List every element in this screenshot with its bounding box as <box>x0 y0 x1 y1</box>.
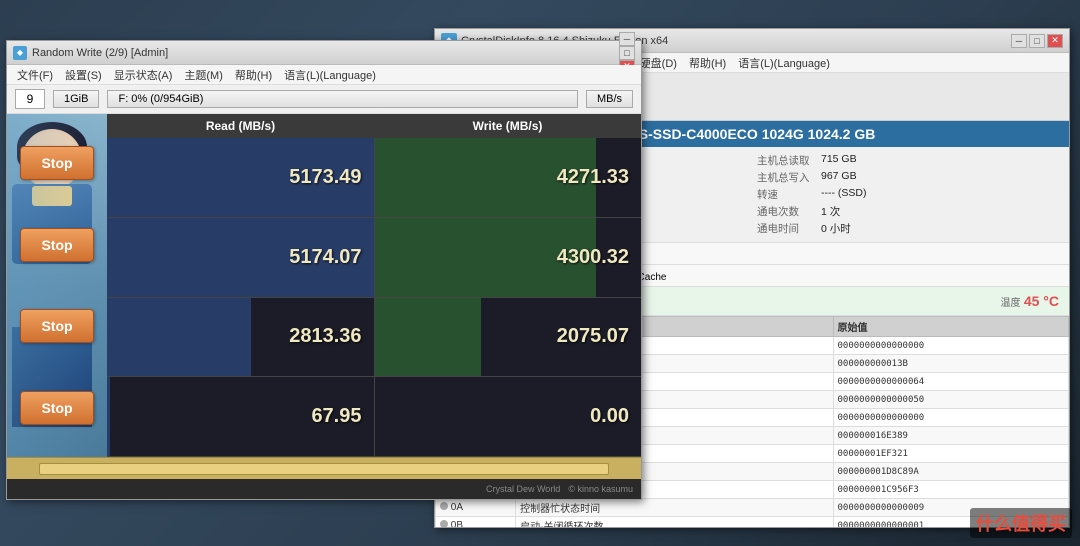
result-read-3: 67.95 <box>107 377 375 456</box>
smart-attr-value-6: 00000001EF321 <box>833 445 1069 463</box>
info-rotation-value: ---- (SSD) <box>821 187 867 202</box>
result-write-3: 0.00 <box>375 377 642 456</box>
info-rotation: 转速 ---- (SSD) <box>757 187 1059 202</box>
smart-attr-value-4: 0000000000000000 <box>833 409 1069 427</box>
smart-attr-name-9: 控制器忙状态时间 <box>516 499 833 517</box>
smart-header-value: 原始值 <box>833 317 1069 337</box>
smart-dot-10 <box>440 520 448 527</box>
cdm-table-area: Stop Stop Stop Stop Read (MB/s) Write (M… <box>7 114 641 457</box>
write-val-2: 2075.07 <box>557 325 629 348</box>
result-write-2: 2075.07 <box>375 298 642 377</box>
smart-attr-value-2: 0000000000000064 <box>833 373 1069 391</box>
cdm-unit: MB/s <box>586 90 633 108</box>
cdm-window: ◆ Random Write (2/9) [Admin] ─ □ ✕ 文件(F)… <box>6 40 642 500</box>
result-write-1: 4300.32 <box>375 218 642 297</box>
cdi-menu-lang[interactable]: 语言(L)(Language) <box>732 55 836 71</box>
cdm-footer: Crystal Dew World © kinno kasumu <box>7 479 641 499</box>
smart-dot-9 <box>440 502 448 510</box>
cdm-brand: Crystal Dew World <box>486 484 560 494</box>
read-val-0: 5173.49 <box>289 166 361 189</box>
read-val-2: 2813.36 <box>289 325 361 348</box>
cdi-minimize-btn[interactable]: ─ <box>1011 34 1027 48</box>
stop-btn-2[interactable]: Stop <box>20 309 94 343</box>
info-power-count-label: 通电次数 <box>757 204 817 219</box>
watermark: 什么值得买 <box>970 508 1072 538</box>
cdm-drive-select[interactable]: F: 0% (0/954GiB) <box>107 90 577 108</box>
cdm-menu-lang[interactable]: 语言(L)(Language) <box>278 67 382 83</box>
health-temp: 温度 45 °C <box>1000 293 1059 309</box>
read-bar-2 <box>107 298 251 377</box>
info-total-reads-label: 主机总读取 <box>757 153 817 168</box>
cdi-maximize-btn[interactable]: □ <box>1029 34 1045 48</box>
cdm-size-btn[interactable]: 1GiB <box>53 90 99 108</box>
smart-row-id-10: 0B <box>436 517 516 528</box>
cdm-menu-file[interactable]: 文件(F) <box>11 67 59 83</box>
cdm-icon: ◆ <box>13 46 27 60</box>
cdi-win-buttons: ─ □ ✕ <box>1011 34 1063 48</box>
result-row-0: 5173.49 4271.33 <box>107 138 641 218</box>
write-val-0: 4271.33 <box>557 166 629 189</box>
result-write-0: 4271.33 <box>375 138 642 217</box>
header-write: Write (MB/s) <box>374 114 641 138</box>
stop-btn-1[interactable]: Stop <box>20 228 94 262</box>
cdm-menu-display[interactable]: 显示状态(A) <box>108 67 179 83</box>
cdm-controls: 9 1GiB F: 0% (0/954GiB) MB/s <box>7 85 641 114</box>
stop-btn-0[interactable]: Stop <box>20 146 94 180</box>
cdm-left-panel: Stop Stop Stop Stop <box>7 114 107 457</box>
result-read-1: 5174.07 <box>107 218 375 297</box>
smart-attr-value-0: 0000000000000000 <box>833 337 1069 355</box>
cdm-progress-track <box>39 463 610 475</box>
read-val-3: 67.95 <box>311 405 361 428</box>
info-power-hours: 通电时间 0 小时 <box>757 221 1059 236</box>
cdm-count[interactable]: 9 <box>15 89 45 109</box>
read-val-1: 5174.07 <box>289 246 361 269</box>
cdm-menubar: 文件(F) 設置(S) 显示状态(A) 主题(M) 帮助(H) 语言(L)(La… <box>7 65 641 85</box>
cdm-menu-help[interactable]: 帮助(H) <box>229 67 278 83</box>
cdm-minimize-btn[interactable]: ─ <box>619 32 635 46</box>
result-read-0: 5173.49 <box>107 138 375 217</box>
smart-row-id-9: 0A <box>436 499 516 517</box>
cdi-menu-help[interactable]: 帮助(H) <box>683 55 732 71</box>
smart-attr-value-8: 000000001C956F3 <box>833 481 1069 499</box>
cdm-menu-theme[interactable]: 主题(M) <box>178 67 229 83</box>
info-power-count: 通电次数 1 次 <box>757 204 1059 219</box>
cdm-progress-bar <box>7 457 641 479</box>
read-bar-3 <box>107 377 110 456</box>
cdm-copyright: © kinno kasumu <box>568 484 633 494</box>
result-row-1: 5174.07 4300.32 <box>107 218 641 298</box>
result-row-2: 2813.36 2075.07 <box>107 298 641 378</box>
temp-label: 温度 <box>1000 298 1020 309</box>
write-bar-2 <box>375 298 482 377</box>
write-val-3: 0.00 <box>590 405 629 428</box>
info-total-writes-value: 967 GB <box>821 170 857 185</box>
smart-attr-value-5: 000000016E389 <box>833 427 1069 445</box>
cdm-maximize-btn[interactable]: □ <box>619 46 635 60</box>
info-total-writes: 主机总写入 967 GB <box>757 170 1059 185</box>
temp-value: 45 °C <box>1024 293 1059 309</box>
write-val-1: 4300.32 <box>557 246 629 269</box>
info-total-reads-value: 715 GB <box>821 153 857 168</box>
info-total-reads: 主机总读取 715 GB <box>757 153 1059 168</box>
info-power-hours-label: 通电时间 <box>757 221 817 236</box>
stop-btn-3[interactable]: Stop <box>20 391 94 425</box>
results-rows: 5173.49 4271.33 5174.07 4300.32 <box>107 138 641 457</box>
cdm-title-text: Random Write (2/9) [Admin] <box>32 47 619 59</box>
cdm-menu-settings[interactable]: 設置(S) <box>59 67 108 83</box>
cdm-titlebar: ◆ Random Write (2/9) [Admin] ─ □ ✕ <box>7 41 641 65</box>
results-header: Read (MB/s) Write (MB/s) <box>107 114 641 138</box>
info-power-count-value: 1 次 <box>821 204 840 219</box>
cdi-close-btn[interactable]: ✕ <box>1047 34 1063 48</box>
info-rotation-label: 转速 <box>757 187 817 202</box>
smart-attr-name-10: 启动-关闭循环次数 <box>516 517 833 528</box>
result-row-3: 67.95 0.00 <box>107 377 641 457</box>
info-power-hours-value: 0 小时 <box>821 221 851 236</box>
results-pane: Read (MB/s) Write (MB/s) 5173.49 4271.33 <box>107 114 641 457</box>
smart-attr-value-3: 0000000000000050 <box>833 391 1069 409</box>
result-read-2: 2813.36 <box>107 298 375 377</box>
header-read: Read (MB/s) <box>107 114 374 138</box>
smart-attr-value-7: 000000001D8C89A <box>833 463 1069 481</box>
smart-attr-value-1: 000000000013B <box>833 355 1069 373</box>
info-total-writes-label: 主机总写入 <box>757 170 817 185</box>
